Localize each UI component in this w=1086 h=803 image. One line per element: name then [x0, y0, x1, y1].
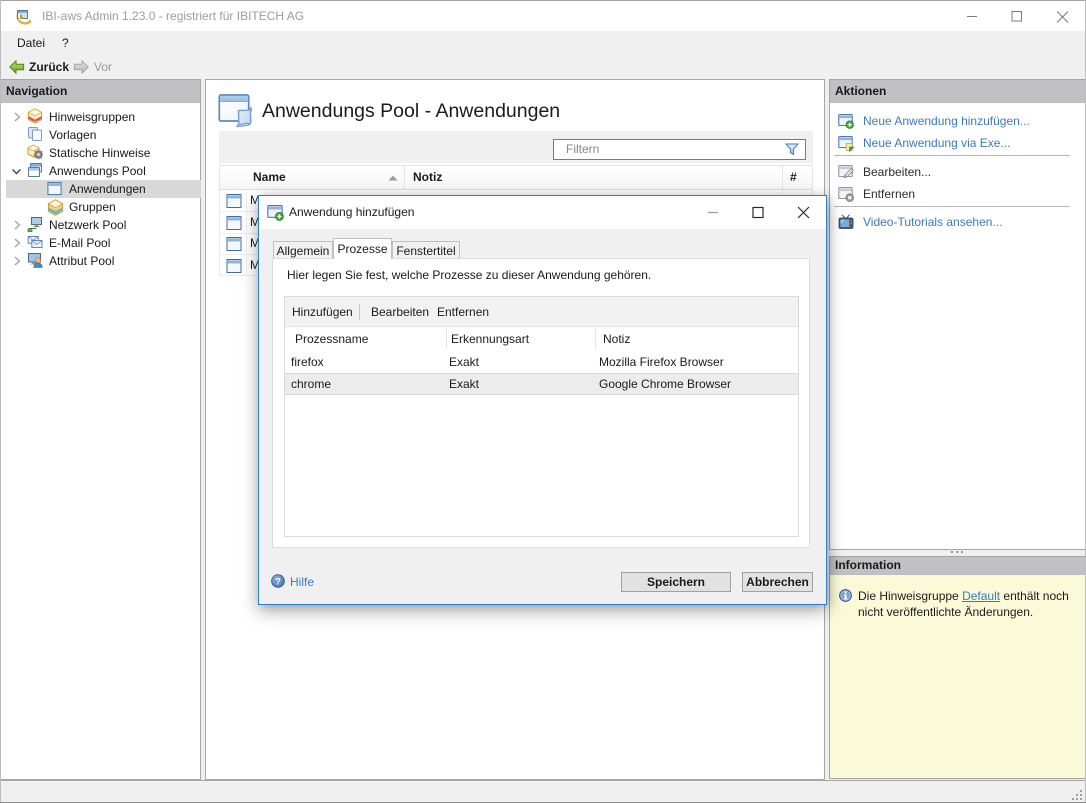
svg-text:?: ? — [275, 576, 281, 587]
